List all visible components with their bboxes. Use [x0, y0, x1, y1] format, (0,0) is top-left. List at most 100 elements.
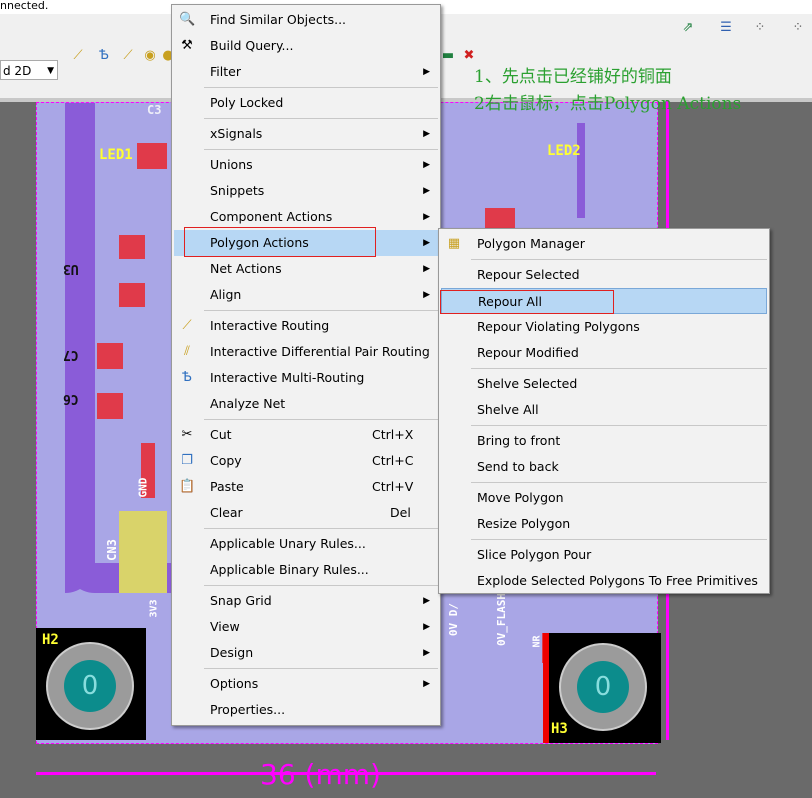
menu-item-send-to-back[interactable]: Send to back	[441, 454, 767, 480]
silk-label: H3	[551, 721, 568, 737]
silk-label: GND	[136, 477, 150, 498]
menu-item-slice-polygon[interactable]: Slice Polygon Pour	[441, 542, 767, 568]
silk-label: C3	[147, 103, 162, 117]
menu-item-poly-locked[interactable]: Poly Locked	[174, 90, 438, 116]
menu-item-net-actions[interactable]: Net Actions ▶	[174, 256, 438, 282]
menu-separator	[204, 87, 438, 88]
menu-separator	[471, 425, 767, 426]
polygon-manager-icon: ▦	[447, 236, 461, 251]
menu-item-xsignals[interactable]: xSignals ▶	[174, 121, 438, 147]
annotation-line-2: 2右击鼠标，点击Polygon Actions	[474, 94, 742, 114]
pad	[137, 143, 167, 169]
menu-item-filter[interactable]: Filter ▶	[174, 59, 438, 85]
more-icon[interactable]: ⁘	[790, 20, 806, 36]
menu-item-repour-modified[interactable]: Repour Modified	[441, 340, 767, 366]
menu-item-find-similar[interactable]: 🔍 Find Similar Objects...	[174, 7, 438, 33]
menu-item-design[interactable]: Design ▶	[174, 640, 438, 666]
menu-item-explode-polygons[interactable]: Explode Selected Polygons To Free Primit…	[441, 568, 767, 594]
mounting-hole-h2[interactable]: H2 0	[36, 628, 146, 740]
component-icon[interactable]: ▬	[440, 48, 456, 64]
submenu-arrow-icon: ▶	[423, 596, 430, 606]
diffpair-icon: ⫽	[184, 344, 190, 359]
multiroute-icon[interactable]: Ѣ	[96, 48, 112, 64]
menu-item-bring-to-front[interactable]: Bring to front	[441, 428, 767, 454]
diffpair-icon[interactable]: ⟋	[120, 48, 136, 64]
hole-ring: 0	[559, 643, 647, 731]
menu-item-copy[interactable]: ❐ Copy Ctrl+C	[174, 448, 438, 474]
menu-item-resize-polygon[interactable]: Resize Polygon	[441, 511, 767, 537]
hole-center: 0	[64, 660, 116, 712]
silk-label: LED2	[547, 143, 581, 159]
annotation-line-1: 1、先点击已经铺好的铜面	[474, 67, 672, 87]
silk-label: LED1	[99, 147, 133, 163]
submenu-arrow-icon: ▶	[423, 67, 430, 77]
silk-label: NR	[531, 635, 543, 648]
menu-separator	[204, 528, 438, 529]
menu-item-clear[interactable]: Clear Del	[174, 500, 438, 526]
mounting-hole-h3[interactable]: H3 0	[543, 633, 661, 743]
menu-item-multi-routing[interactable]: Ѣ Interactive Multi-Routing	[174, 365, 438, 391]
menu-item-repour-selected[interactable]: Repour Selected	[441, 262, 767, 288]
menu-item-unary-rules[interactable]: Applicable Unary Rules...	[174, 531, 438, 557]
find-similar-icon: 🔍	[179, 12, 196, 27]
menu-item-unions[interactable]: Unions ▶	[174, 152, 438, 178]
chart-icon[interactable]: ⇗	[680, 20, 696, 36]
polygon-actions-submenu: ▦ Polygon Manager Repour Selected Repour…	[438, 228, 770, 594]
submenu-arrow-icon: ▶	[423, 212, 430, 222]
submenu-arrow-icon: ▶	[423, 648, 430, 658]
grid-icon[interactable]: ⁘	[752, 20, 768, 36]
silk-label: C6	[63, 391, 79, 406]
silk-label: H2	[42, 632, 59, 648]
menu-item-analyze-net[interactable]: Analyze Net	[174, 391, 438, 417]
silk-label: 0V D/	[447, 602, 461, 637]
menu-separator	[204, 585, 438, 586]
menu-item-snippets[interactable]: Snippets ▶	[174, 178, 438, 204]
menu-item-interactive-routing[interactable]: ⟋ Interactive Routing	[174, 313, 438, 339]
submenu-arrow-icon: ▶	[423, 186, 430, 196]
paste-icon: 📋	[179, 479, 196, 494]
menu-item-diff-pair-routing[interactable]: ⫽ Interactive Differential Pair Routing	[174, 339, 438, 365]
submenu-arrow-icon: ▶	[423, 679, 430, 689]
menu-item-shelve-selected[interactable]: Shelve Selected	[441, 371, 767, 397]
scissors-icon: ✂	[181, 427, 193, 442]
menu-item-binary-rules[interactable]: Applicable Binary Rules...	[174, 557, 438, 583]
menu-separator	[471, 368, 767, 369]
menu-separator	[204, 668, 438, 669]
menu-item-repour-violating[interactable]: Repour Violating Polygons	[441, 314, 767, 340]
submenu-arrow-icon: ▶	[423, 129, 430, 139]
chevron-down-icon: ▼	[47, 66, 54, 76]
status-text: nnected.	[0, 0, 49, 12]
menu-item-options[interactable]: Options ▶	[174, 671, 438, 697]
submenu-arrow-icon: ▶	[423, 264, 430, 274]
silk-label: 3V3	[148, 599, 160, 618]
pad	[119, 235, 145, 259]
highlight-box	[184, 227, 376, 257]
via-icon[interactable]: ◉	[142, 48, 158, 64]
menu-item-paste[interactable]: 📋 Paste Ctrl+V	[174, 474, 438, 500]
submenu-arrow-icon: ▶	[423, 238, 430, 248]
hole-center: 0	[577, 661, 629, 713]
menu-item-cut[interactable]: ✂ Cut Ctrl+X	[174, 422, 438, 448]
menu-separator	[204, 419, 438, 420]
align-icon[interactable]: ☰	[718, 20, 734, 36]
menu-item-view[interactable]: View ▶	[174, 614, 438, 640]
menu-item-build-query[interactable]: ⚒ Build Query...	[174, 33, 438, 59]
menu-separator	[471, 539, 767, 540]
silk-label: CN3	[104, 539, 119, 561]
pad	[97, 343, 123, 369]
route-icon[interactable]: ⟋	[70, 48, 86, 64]
copy-icon: ❐	[181, 453, 193, 468]
trace	[577, 123, 585, 218]
view-mode-select[interactable]: d 2D ▼	[0, 60, 58, 80]
menu-item-move-polygon[interactable]: Move Polygon	[441, 485, 767, 511]
silk-label: 0V_FLASH	[494, 593, 508, 646]
menu-separator	[471, 482, 767, 483]
menu-item-shelve-all[interactable]: Shelve All	[441, 397, 767, 423]
route-icon: ⟋	[182, 318, 192, 333]
multiroute-icon: Ѣ	[181, 370, 193, 385]
submenu-arrow-icon: ▶	[423, 160, 430, 170]
menu-item-polygon-manager[interactable]: ▦ Polygon Manager	[441, 231, 767, 257]
menu-item-snap-grid[interactable]: Snap Grid ▶	[174, 588, 438, 614]
menu-item-properties[interactable]: Properties...	[174, 697, 438, 723]
menu-item-align[interactable]: Align ▶	[174, 282, 438, 308]
